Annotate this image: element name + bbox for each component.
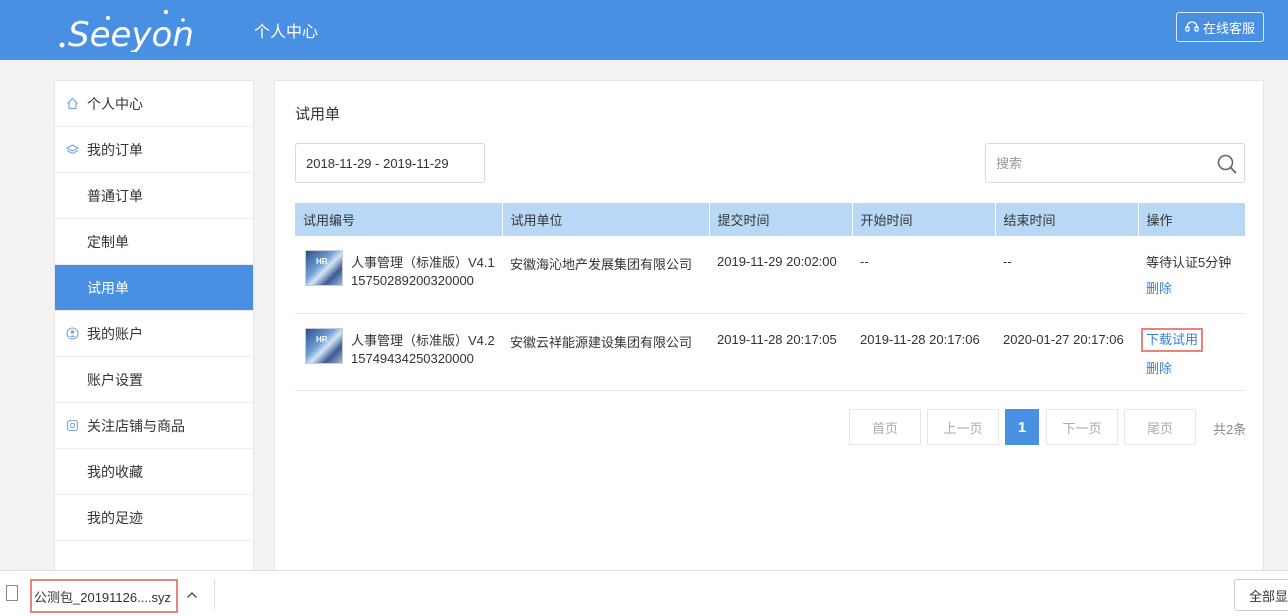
download-trial-button[interactable]: 下载试用 bbox=[1141, 327, 1204, 352]
sidebar-item-my-orders[interactable]: 我的订单 bbox=[55, 127, 253, 173]
sidebar-item-label: 我的足迹 bbox=[87, 509, 143, 526]
trial-code: 15749434250320000 bbox=[351, 350, 474, 366]
home-icon bbox=[65, 97, 79, 111]
logo-icon: Seeyon bbox=[59, 9, 194, 55]
chevron-up-icon[interactable] bbox=[182, 585, 202, 605]
pager-last-button[interactable]: 尾页 bbox=[1124, 409, 1196, 445]
product-name[interactable]: 人事管理（标准版）V4.2 bbox=[351, 332, 495, 350]
search-icon[interactable] bbox=[1216, 153, 1238, 175]
sidebar-item-label: 我的账户 bbox=[87, 325, 143, 342]
top-header: Seeyon 个人中心 在线客服 bbox=[0, 0, 1288, 60]
camera-icon bbox=[65, 419, 79, 433]
cell-actions: 下载试用 删除 bbox=[1138, 313, 1245, 390]
cell-unit: 安徽海沁地产发展集团有限公司 bbox=[510, 257, 693, 272]
sidebar-item-label: 试用单 bbox=[87, 279, 129, 296]
sidebar-item-normal-orders[interactable]: 普通订单 bbox=[55, 173, 253, 219]
cell-submit-time: 2019-11-29 20:02:00 bbox=[717, 254, 837, 269]
page-title: 试用单 bbox=[295, 106, 341, 123]
sidebar-nav: 个人中心 我的订单 普通订单 定制单 试用单 我的账户 账户设置 关注店铺与商品… bbox=[54, 80, 254, 575]
status-text: 等待认证5分钟 bbox=[1146, 255, 1232, 270]
user-circle-icon bbox=[65, 327, 79, 341]
pager-prev-button[interactable]: 上一页 bbox=[927, 409, 999, 445]
page-header-title: 个人中心 bbox=[254, 24, 319, 41]
cell-product: HR 人事管理（标准版）V4.2 15749434250320000 bbox=[295, 313, 502, 390]
online-service-button[interactable]: 在线客服 bbox=[1176, 12, 1264, 42]
sidebar-item-followed-shops[interactable]: 关注店铺与商品 bbox=[55, 403, 253, 449]
downloaded-file-name: 公测包_20191126....syz bbox=[34, 589, 172, 605]
product-name[interactable]: 人事管理（标准版）V4.1 bbox=[351, 254, 495, 272]
sidebar-item-account-settings[interactable]: 账户设置 bbox=[55, 357, 253, 403]
column-header: 开始时间 bbox=[852, 203, 996, 236]
trial-orders-table: 试用编号 试用单位 提交时间 开始时间 结束时间 操作 HR 人事管理（标准版）… bbox=[295, 203, 1245, 391]
sidebar-item-label: 普通订单 bbox=[87, 187, 143, 204]
sidebar-item-my-account[interactable]: 我的账户 bbox=[55, 311, 253, 357]
download-bar: 公测包_20191126....syz 全部显示 bbox=[0, 570, 1288, 616]
online-service-label: 在线客服 bbox=[1202, 20, 1255, 36]
cell-end-time: -- bbox=[1003, 254, 1012, 269]
cell-end-time: 2020-01-27 20:17:06 bbox=[1003, 331, 1124, 347]
date-range-value: 2018-11-29 - 2019-11-29 bbox=[306, 155, 449, 171]
product-thumbnail[interactable]: HR bbox=[305, 327, 343, 364]
show-all-downloads-button[interactable]: 全部显示 bbox=[1234, 579, 1288, 611]
sidebar-item-trial-orders[interactable]: 试用单 bbox=[55, 265, 253, 311]
search-box bbox=[985, 143, 1245, 183]
column-header: 试用编号 bbox=[295, 203, 503, 236]
file-icon bbox=[6, 585, 18, 601]
product-thumbnail[interactable]: HR bbox=[305, 250, 343, 286]
cell-actions: 等待认证5分钟 删除 bbox=[1138, 236, 1245, 313]
sidebar-item-label: 我的收藏 bbox=[87, 463, 143, 480]
cell-unit: 安徽云祥能源建设集团有限公司 bbox=[510, 334, 693, 350]
delete-link[interactable]: 删除 bbox=[1146, 360, 1245, 378]
sidebar-item-label: 定制单 bbox=[87, 233, 129, 250]
pager-first-button[interactable]: 首页 bbox=[849, 409, 921, 445]
column-header: 结束时间 bbox=[995, 203, 1139, 236]
seeyon-logo[interactable]: Seeyon bbox=[58, 8, 208, 55]
table-row: HR 人事管理（标准版）V4.2 15749434250320000 安徽云祥能… bbox=[295, 313, 1245, 390]
sidebar-item-favorites[interactable]: 我的收藏 bbox=[55, 449, 253, 495]
sidebar-item-history[interactable]: 我的足迹 bbox=[55, 495, 253, 541]
divider bbox=[214, 579, 215, 609]
delete-link[interactable]: 删除 bbox=[1146, 280, 1245, 298]
table-header-row: 试用编号 试用单位 提交时间 开始时间 结束时间 操作 bbox=[295, 203, 1245, 236]
svg-text:Seeyon: Seeyon bbox=[68, 15, 194, 52]
cell-start-time: -- bbox=[860, 254, 869, 269]
sidebar-item-label: 关注店铺与商品 bbox=[87, 417, 185, 434]
sidebar-item-custom-orders[interactable]: 定制单 bbox=[55, 219, 253, 265]
table-row: HR 人事管理（标准版）V4.1 15750289200320000 安徽海沁地… bbox=[295, 236, 1245, 313]
sidebar-item-personal-center[interactable]: 个人中心 bbox=[55, 81, 253, 127]
column-header: 操作 bbox=[1146, 213, 1173, 228]
total-count: 共2条 bbox=[1213, 422, 1247, 437]
cell-submit-time: 2019-11-28 20:17:05 bbox=[717, 331, 837, 347]
sidebar-item-label: 我的订单 bbox=[87, 141, 143, 158]
cell-product: HR 人事管理（标准版）V4.1 15750289200320000 bbox=[295, 236, 502, 313]
column-header: 提交时间 bbox=[709, 203, 853, 236]
trial-code: 15750289200320000 bbox=[351, 273, 474, 288]
layers-icon bbox=[65, 143, 79, 157]
main-panel: 试用单 2018-11-29 - 2019-11-29 试用编号 试用单位 提交… bbox=[274, 80, 1264, 575]
sidebar-item-label: 账户设置 bbox=[87, 371, 143, 388]
column-header: 试用单位 bbox=[502, 203, 710, 236]
downloaded-file-item[interactable]: 公测包_20191126....syz bbox=[30, 579, 178, 613]
sidebar-item-label: 个人中心 bbox=[87, 95, 143, 112]
pager-next-button[interactable]: 下一页 bbox=[1046, 409, 1118, 445]
show-all-label: 全部显示 bbox=[1249, 588, 1288, 604]
date-range-picker[interactable]: 2018-11-29 - 2019-11-29 bbox=[295, 143, 485, 183]
search-input[interactable] bbox=[986, 144, 1206, 182]
cell-start-time: 2019-11-28 20:17:06 bbox=[860, 331, 980, 347]
pager-page-1[interactable]: 1 bbox=[1005, 409, 1039, 445]
headset-icon bbox=[1185, 21, 1199, 32]
